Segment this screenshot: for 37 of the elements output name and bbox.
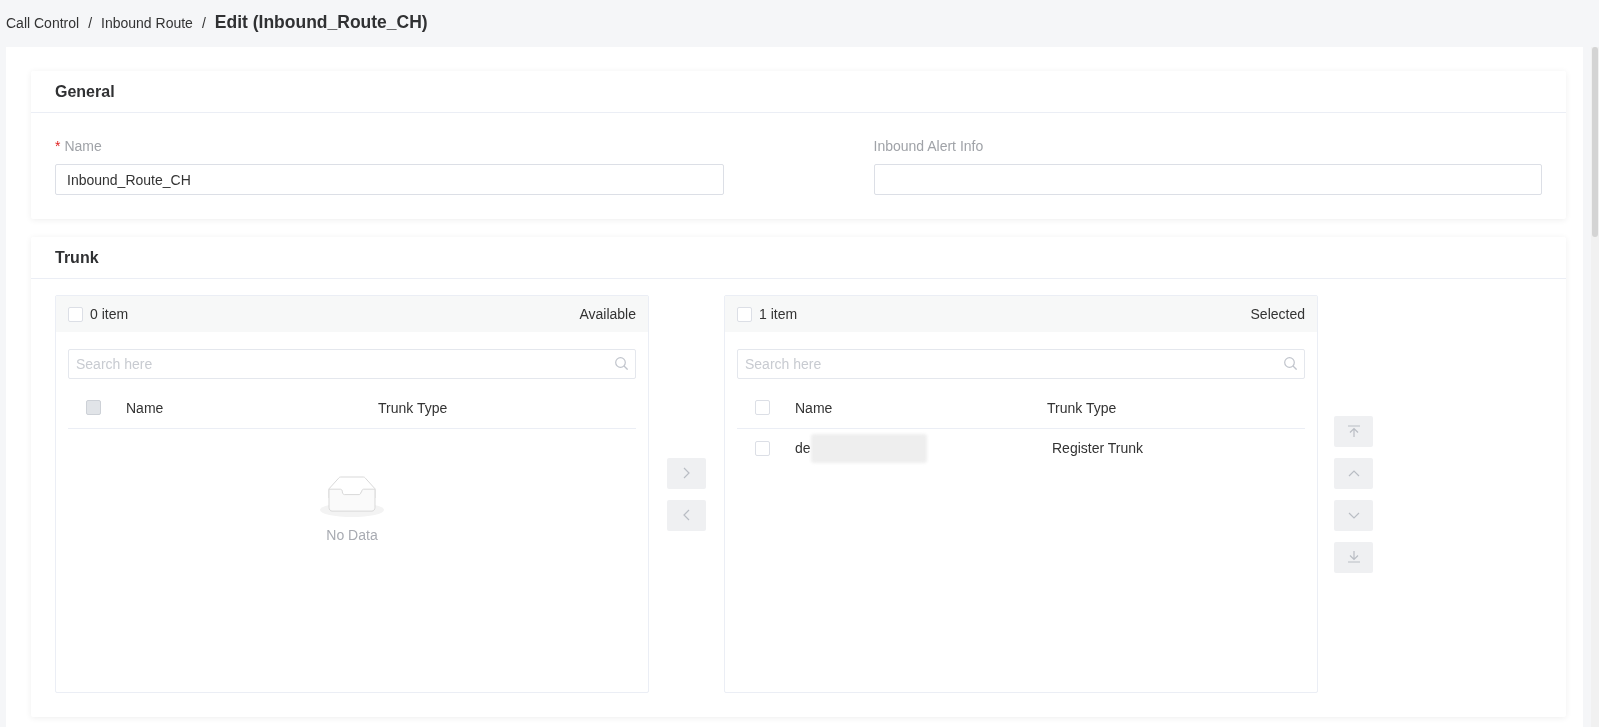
row-checkbox[interactable] (755, 440, 770, 456)
chevron-right-icon (683, 467, 690, 479)
breadcrumb-link[interactable]: Call Control (6, 14, 80, 31)
text-field[interactable] (873, 164, 1542, 195)
search-icon (1284, 357, 1297, 370)
page-title: Edit (Inbound_Route_CH) (214, 12, 428, 33)
column-header: Trunk Type (378, 399, 449, 416)
text-field[interactable]: Inbound_Route_CH (55, 164, 724, 195)
field-label: Name (64, 138, 102, 155)
item-count: 1 item (759, 306, 798, 322)
list-title: Available (579, 306, 636, 322)
select-all-checkbox[interactable] (68, 306, 83, 322)
arrow-to-top-icon (1347, 425, 1360, 437)
arrow-to-bottom-icon (1347, 551, 1360, 563)
section-title: General (55, 82, 115, 101)
checkbox[interactable] (755, 400, 770, 415)
chevron-left-icon (683, 509, 690, 521)
item-count: 0 item (90, 306, 129, 322)
empty-state-text: No Data (326, 527, 378, 543)
scrollbar[interactable] (1591, 47, 1599, 727)
breadcrumb-link[interactable]: Inbound Route (101, 14, 193, 31)
section-title: Trunk (55, 248, 99, 267)
table-cell-text: Register Trunk (1051, 440, 1145, 456)
required-mark: * (55, 138, 61, 155)
search-icon (615, 357, 628, 370)
table-cell: de (795, 440, 811, 456)
column-header: Trunk Type (1047, 399, 1118, 416)
select-all-checkbox[interactable] (737, 306, 752, 322)
breadcrumb-separator: / (201, 14, 206, 31)
breadcrumb-separator: / (88, 14, 93, 31)
list-title: Selected (1250, 306, 1305, 322)
chevron-down-icon (1347, 511, 1360, 519)
column-header: Name (126, 399, 165, 416)
empty-inbox-icon (320, 476, 384, 517)
chevron-up-icon (1347, 469, 1360, 477)
field-label: Inbound Alert Info (873, 138, 984, 155)
column-header: Name (795, 399, 834, 416)
